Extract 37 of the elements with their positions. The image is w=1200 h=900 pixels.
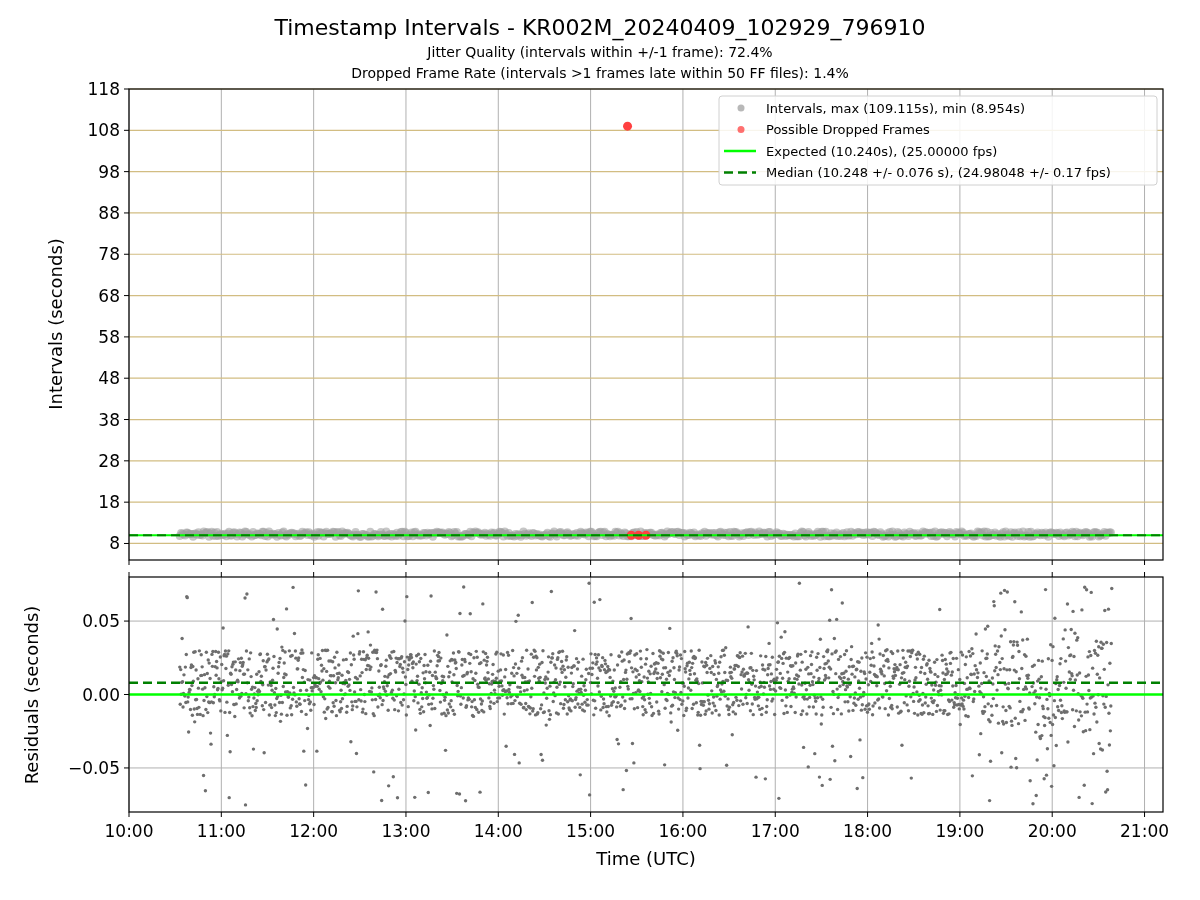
y-tick-label: 58 [98,326,120,347]
y-tick-label: 78 [98,244,120,265]
y-tick-label: 28 [98,450,120,471]
y-tick-label: 118 [87,79,120,99]
y-tick-label: 68 [98,285,120,306]
y-tick-label: 48 [98,368,120,389]
x-tick-label: 11:00 [196,821,246,841]
y-tick-label: −0.05 [67,757,120,778]
x-tick-label: 16:00 [658,821,708,841]
y-tick-label: 88 [98,202,120,223]
figure-subtitle: Dropped Frame Rate (intervals >1 frames late within 50 FF files): 1.4% [351,64,849,83]
x-tick-label: 15:00 [566,821,616,841]
y-tick-label: 8 [109,533,120,554]
figure-subtitle: Jitter Quality (intervals within +/-1 frame): 72.4% [427,43,773,62]
legend-label: Median (10.248 +/- 0.076 s), (24.98048 +/- 0.17 fps) [766,165,1111,180]
x-tick-label: 18:00 [843,821,893,841]
legend-label: Intervals, max (109.115s), min (8.954s) [766,100,1025,116]
x-tick-label: 19:00 [935,821,985,841]
x-tick-label: 10:00 [104,821,154,841]
y-tick-label: 0.05 [82,611,120,632]
x-tick-label: 20:00 [1027,821,1077,841]
x-tick-label: 13:00 [381,821,431,841]
x-tick-label: 17:00 [750,821,800,841]
y-axis-label: Residuals (seconds) [21,605,42,785]
x-tick-label: 12:00 [289,821,339,841]
x-tick-label: 21:00 [1120,821,1170,841]
figure-title: Timestamp Intervals - KR002M_20240409_102929_796910 [274,14,926,42]
legend-label: Expected (10.240s), (25.00000 fps) [766,143,998,159]
legend-label: Possible Dropped Frames [766,122,930,137]
x-tick-label: 14:00 [473,821,523,841]
y-tick-label: 38 [98,409,120,430]
y-tick-label: 18 [98,492,120,513]
x-axis-label: Time (UTC) [596,848,696,869]
y-tick-label: 108 [87,120,120,141]
y-tick-label: 98 [98,161,120,182]
y-tick-label: 0.00 [82,684,120,705]
y-axis-label: Intervals (seconds) [45,238,66,410]
